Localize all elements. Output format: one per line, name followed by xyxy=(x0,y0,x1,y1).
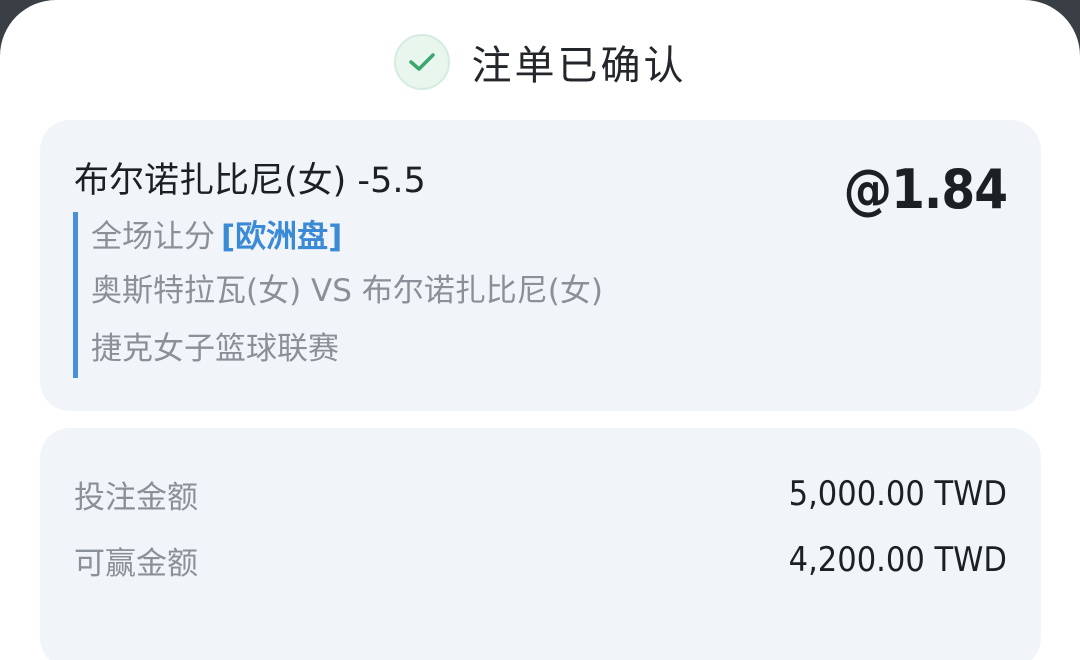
market-tag: [欧洲盘] xyxy=(221,219,343,255)
match-name: 奥斯特拉瓦(女) VS 布尔诺扎比尼(女) xyxy=(91,273,603,309)
win-label: 可赢金额 xyxy=(74,545,198,582)
market-name: 全场让分 xyxy=(91,219,215,255)
confirmation-sheet: 注单已确认 布尔诺扎比尼(女) -5.5 @1.84 全场让分 [欧洲盘] 奥斯特… xyxy=(0,0,1080,660)
bet-details: 全场让分 [欧洲盘] 奥斯特拉瓦(女) VS 布尔诺扎比尼(女) 捷克女子篮球联赛 xyxy=(73,212,731,378)
bet-summary-card: 布尔诺扎比尼(女) -5.5 @1.84 全场让分 [欧洲盘] 奥斯特拉瓦(女) … xyxy=(40,120,1041,411)
bet-selection: 布尔诺扎比尼(女) -5.5 xyxy=(74,161,426,201)
bet-odds: @1.84 xyxy=(843,158,1008,221)
win-row: 可赢金额 4,200.00 TWD xyxy=(74,534,1007,586)
confirmation-header: 注单已确认 xyxy=(0,30,1080,94)
league-name: 捷克女子篮球联赛 xyxy=(91,331,339,367)
check-icon xyxy=(393,34,450,90)
amount-card: 投注金额 5,000.00 TWD 可赢金额 4,200.00 TWD xyxy=(40,428,1041,660)
market-line: 全场让分 [欧洲盘] xyxy=(91,212,731,262)
confirmation-title: 注单已确认 xyxy=(471,43,687,89)
stake-row: 投注金额 5,000.00 TWD xyxy=(74,468,1007,520)
win-value: 4,200.00 TWD xyxy=(788,540,1007,580)
stake-label: 投注金额 xyxy=(74,479,198,516)
stake-value: 5,000.00 TWD xyxy=(788,474,1007,514)
